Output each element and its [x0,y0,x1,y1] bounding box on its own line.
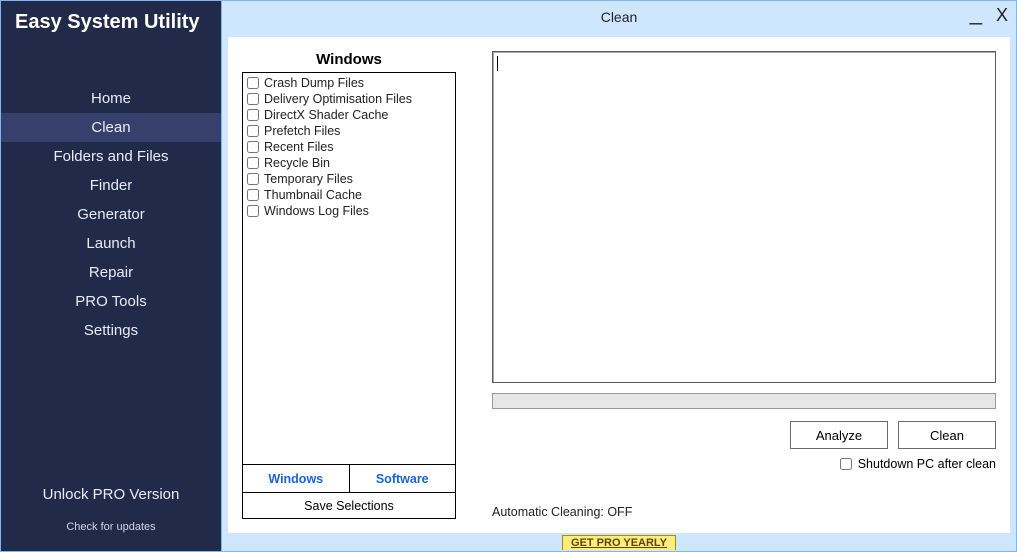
analyze-button[interactable]: Analyze [790,421,888,449]
list-item-label: Thumbnail Cache [264,188,362,202]
list-item-label: Recycle Bin [264,156,330,170]
list-item-checkbox[interactable] [247,141,259,153]
category-header: Windows [242,51,456,72]
list-item-label: Recent Files [264,140,333,154]
sidebar-item-clean[interactable]: Clean [1,113,221,142]
check-updates-link[interactable]: Check for updates [1,509,221,533]
page-title: Clean [601,9,638,25]
list-item[interactable]: Recent Files [243,139,455,155]
tab-windows[interactable]: Windows [243,465,349,492]
list-item-checkbox[interactable] [247,189,259,201]
content: Windows Crash Dump Files Delivery Optimis… [228,37,1010,533]
list-item[interactable]: Windows Log Files [243,203,455,219]
list-item-label: Temporary Files [264,172,353,186]
unlock-pro-link[interactable]: Unlock PRO Version [1,480,221,509]
output-textarea[interactable] [492,51,996,383]
list-item-checkbox[interactable] [247,125,259,137]
list-item[interactable]: Delivery Optimisation Files [243,91,455,107]
list-item[interactable]: Recycle Bin [243,155,455,171]
progress-bar [492,393,996,409]
sidebar: Easy System Utility HomeCleanFolders and… [1,1,222,551]
shutdown-checkbox[interactable] [840,458,852,470]
get-pro-banner[interactable]: GET PRO YEARLY [562,535,676,550]
shutdown-row: Shutdown PC after clean [492,457,996,471]
app-window: Easy System Utility HomeCleanFolders and… [0,0,1017,552]
sidebar-item-home[interactable]: Home [1,84,221,113]
results-panel: Analyze Clean Shutdown PC after clean Au… [456,37,1010,533]
shutdown-label: Shutdown PC after clean [858,457,996,471]
close-icon[interactable]: X [996,5,1008,26]
list-item[interactable]: Thumbnail Cache [243,187,455,203]
list-item-label: Windows Log Files [264,204,369,218]
list-item[interactable]: Prefetch Files [243,123,455,139]
sidebar-item-folders-and-files[interactable]: Folders and Files [1,142,221,171]
list-item-checkbox[interactable] [247,205,259,217]
titlebar: Clean _ X [222,1,1016,33]
list-item-checkbox[interactable] [247,77,259,89]
list-item-checkbox[interactable] [247,173,259,185]
app-title: Easy System Utility [1,1,221,44]
minimize-icon[interactable]: _ [970,8,982,18]
sidebar-item-settings[interactable]: Settings [1,316,221,345]
auto-cleaning-status: Automatic Cleaning: OFF [492,505,632,519]
main-area: Clean _ X Windows Crash Dump Files Delive… [222,1,1016,551]
cleanup-item-list[interactable]: Crash Dump Files Delivery Optimisation Fi… [242,72,456,465]
sidebar-item-launch[interactable]: Launch [1,229,221,258]
list-item[interactable]: Crash Dump Files [243,75,455,91]
category-tabbar: WindowsSoftware [242,465,456,493]
save-selections-button[interactable]: Save Selections [242,493,456,519]
sidebar-nav: HomeCleanFolders and FilesFinderGenerato… [1,84,221,345]
list-item-label: Prefetch Files [264,124,340,138]
clean-button[interactable]: Clean [898,421,996,449]
list-item-checkbox[interactable] [247,109,259,121]
list-item-label: Delivery Optimisation Files [264,92,412,106]
window-controls: _ X [970,5,1008,26]
tab-software[interactable]: Software [349,465,456,492]
sidebar-item-generator[interactable]: Generator [1,200,221,229]
list-item-checkbox[interactable] [247,93,259,105]
action-row: Analyze Clean [492,421,996,449]
list-item[interactable]: DirectX Shader Cache [243,107,455,123]
list-item[interactable]: Temporary Files [243,171,455,187]
sidebar-bottom: Unlock PRO Version Check for updates [1,480,221,551]
category-panel: Windows Crash Dump Files Delivery Optimis… [242,51,456,519]
list-item-label: Crash Dump Files [264,76,364,90]
text-caret-icon [497,56,498,71]
sidebar-item-pro-tools[interactable]: PRO Tools [1,287,221,316]
sidebar-item-repair[interactable]: Repair [1,258,221,287]
list-item-label: DirectX Shader Cache [264,108,388,122]
sidebar-item-finder[interactable]: Finder [1,171,221,200]
list-item-checkbox[interactable] [247,157,259,169]
